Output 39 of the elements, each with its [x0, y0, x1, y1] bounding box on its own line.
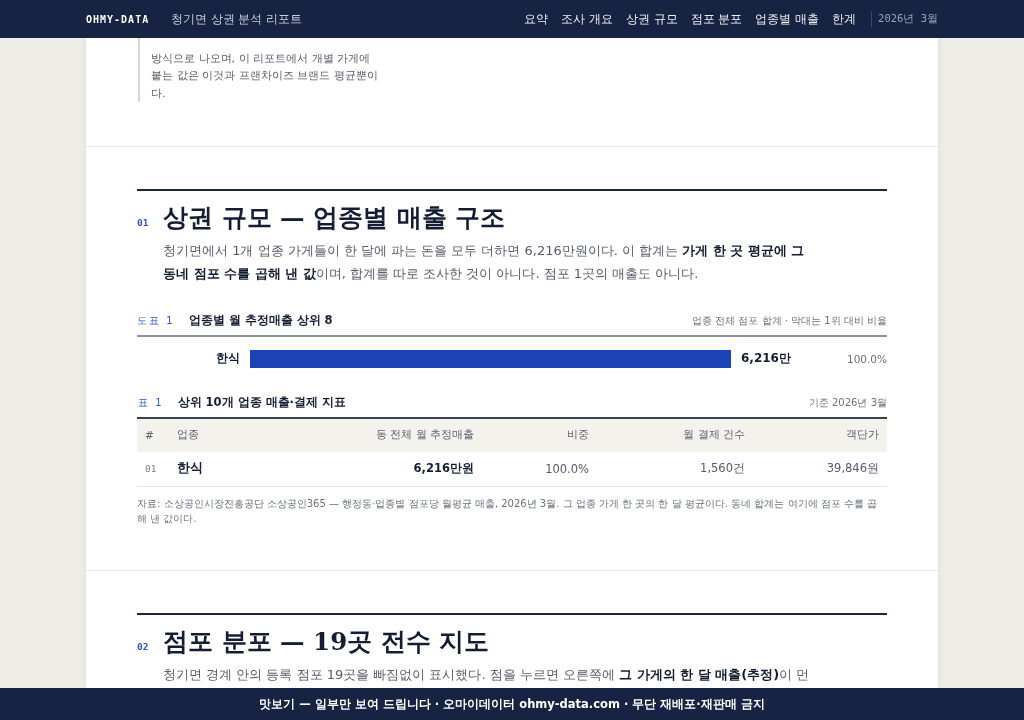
section-title: 상권 규모 — 업종별 매출 구조	[163, 201, 506, 234]
table-cell-text: 01	[144, 463, 158, 475]
figure-label: 도표 1	[137, 313, 175, 328]
column-header: 비중	[566, 428, 590, 443]
table-cell-text: 한식	[176, 460, 204, 478]
nav-link[interactable]: 한계	[832, 11, 857, 27]
preview-banner: 맛보기 — 일부만 보여 드립니다 · 오마이데이터 ohmy-data.com · 무단 재배포·재판매 금지	[0, 688, 1024, 720]
table-cell-text: 1,560건	[699, 461, 746, 477]
column-header: 동 전체 월 추정매출	[375, 428, 475, 443]
nav-link[interactable]: 업종별 매출	[755, 11, 820, 27]
bar-value: 6,216만	[741, 350, 792, 368]
table-cell-text: 6,216만원	[412, 461, 475, 477]
section-number: 02	[137, 640, 150, 652]
section-intro: 청기면 경계 안의 등록 점포 19곳을 빠짐없이 표시했다. 점을 누르면 오른쪽에 그 가게의 한 달 매출(추정)이 먼	[163, 665, 811, 684]
table-cell-text: 100.0%	[544, 461, 590, 476]
column-header: 객단가	[845, 428, 880, 443]
brand-logo[interactable]: OHMY-DATA	[86, 13, 150, 25]
section-title: 점포 분포 — 19곳 전수 지도	[163, 625, 490, 658]
nav-link[interactable]: 점포 분포	[690, 11, 743, 27]
table-cell-text: 39,846원	[825, 461, 880, 477]
figure-note: 업종 전체 점포 합계 · 막대는 1위 대비 비율	[692, 313, 887, 328]
column-header: 업종	[176, 428, 200, 443]
report-date: 2026년 3월	[878, 12, 938, 26]
bar-label: 한식	[215, 350, 240, 368]
figure-title: 업종별 월 추정매출 상위 8	[188, 312, 333, 328]
column-header: 월 결제 건수	[682, 428, 746, 443]
quote-text: 방식으로 나오며, 이 리포트에서 개별 가게에 붙는 값은 이것과 프랜차이즈 브랜드 평균뿐이다.	[138, 38, 379, 102]
report-title: 청기면 상권 분석 리포트	[171, 11, 303, 27]
nav-link[interactable]: 조사 개요	[561, 11, 614, 27]
nav-link[interactable]: 요약	[524, 11, 549, 27]
section-intro: 청기면에서 1개 업종 가게들이 한 달에 파는 돈을 모두 더하면 6,216만원이다. 이 합계는 가게 한 곳 평균에 그 동네 점포 수를 곱해 낸 값이며, 합계를 따로 조사한 것이 아니다. 점포 1곳의 매출도 아니다.	[163, 241, 806, 283]
section-number: 01	[137, 216, 150, 228]
table-title: 상위 10개 업종 매출·결제 지표	[177, 394, 346, 410]
source-note: 자료: 소상공인시장진흥공단 소상공인365 — 행정동·업종별 점포당 월평균 매출, 2026년 3월. 그 업종 가게 한 곳의 한 달 평균이다. 동네 합계는 여기에 점포 수를 곱해 낸 값이다.	[137, 496, 879, 526]
table-label: 표 1	[138, 395, 164, 410]
nav-link[interactable]: 상권 규모	[626, 11, 678, 27]
table-note: 기준 2026년 3월	[808, 395, 887, 410]
bar-share: 100.0%	[846, 352, 887, 365]
column-header: #	[144, 429, 155, 442]
